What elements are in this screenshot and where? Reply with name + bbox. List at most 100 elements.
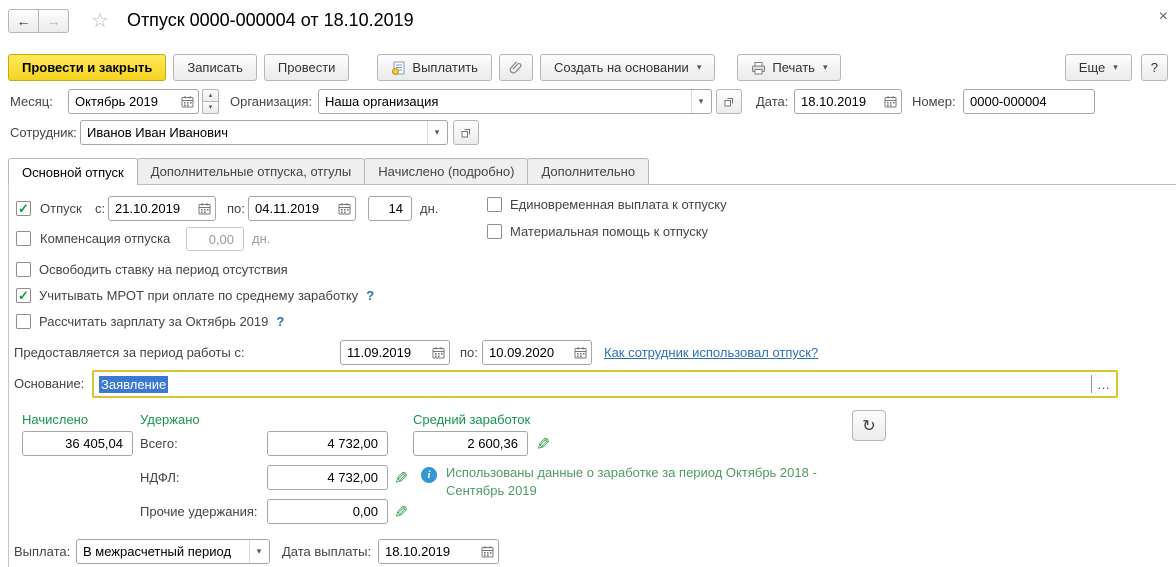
vacation-checkbox[interactable]: ✓ [16,201,31,216]
vacation-to-field[interactable]: 04.11.2019 [248,196,356,221]
ndfl-field[interactable]: 4 732,00 [267,465,388,490]
calc-salary-checkbox[interactable]: ✓ [16,314,31,329]
basis-field[interactable]: Заявление … [92,370,1118,398]
other-deductions-field[interactable]: 0,00 [267,499,388,524]
mrot-checkbox-row[interactable]: ✓ Учитывать МРОТ при оплате по среднему … [16,288,374,303]
lump-sum-label: Единовременная выплата к отпуску [510,197,727,212]
open-form-icon [460,127,472,139]
calendar-icon[interactable] [477,540,497,563]
tab-accrued-detail[interactable]: Начислено (подробно) [364,158,528,184]
vacation-usage-link[interactable]: Как сотрудник использовал отпуск? [604,340,818,365]
more-button[interactable]: Еще ▾ [1065,54,1132,81]
post-button[interactable]: Провести [264,54,350,81]
edit-average-pencil-icon[interactable]: ✎ [536,436,550,453]
vacation-to-label: по: [227,196,245,221]
calendar-icon[interactable] [428,341,448,364]
tab-bar: Основной отпуск Дополнительные отпуска, … [8,158,648,185]
work-period-to-label: по: [460,340,478,365]
calc-salary-label: Рассчитать зарплату за Октябрь 2019 [39,314,268,329]
info-icon: i [421,467,437,483]
work-period-from-field[interactable]: 11.09.2019 [340,340,450,365]
window-header: ← → ☆ Отпуск 0000-000004 от 18.10.2019 [8,8,414,33]
material-aid-checkbox-row[interactable]: ✓ Материальная помощь к отпуску [487,224,708,239]
average-earnings-field[interactable]: 2 600,36 [413,431,528,456]
open-form-icon [723,96,735,108]
employee-open-button[interactable] [453,120,479,145]
compensation-checkbox[interactable]: ✓ [16,231,31,246]
days-unit-label: дн. [420,196,438,221]
tab-main-vacation[interactable]: Основной отпуск [8,158,138,185]
employee-field[interactable]: Иванов Иван Иванович ▾ [80,120,448,145]
help-button[interactable]: ? [1141,54,1168,81]
favorite-star-icon[interactable]: ☆ [91,8,109,33]
post-and-close-button[interactable]: Провести и закрыть [8,54,166,81]
pay-button[interactable]: Выплатить [377,54,492,81]
forward-arrow-button[interactable]: → [38,9,69,33]
compensation-days-field: 0,00 [186,227,244,251]
vacation-from-field[interactable]: 21.10.2019 [108,196,216,221]
release-rate-checkbox[interactable]: ✓ [16,262,31,277]
calendar-icon[interactable] [880,90,900,113]
accrued-field[interactable]: 36 405,04 [22,431,133,456]
withheld-total-field[interactable]: 4 732,00 [267,431,388,456]
vacation-days-field[interactable]: 14 [368,196,412,221]
basis-selected-text: Заявление [99,376,168,393]
chevron-down-icon[interactable]: ▾ [427,121,446,144]
chevron-down-icon[interactable]: ▾ [249,540,268,563]
print-button[interactable]: Печать ▾ [737,54,841,81]
lump-sum-checkbox-row[interactable]: ✓ Единовременная выплата к отпуску [487,197,727,212]
payment-type-select[interactable]: В межрасчетный период ▾ [76,539,270,564]
average-earnings-header: Средний заработок [413,412,530,427]
calendar-icon[interactable] [177,90,197,113]
pay-document-icon [391,61,406,75]
mrot-checkbox[interactable]: ✓ [16,288,31,303]
chevron-down-icon[interactable]: ▾ [691,90,710,113]
basis-label: Основание: [14,370,84,398]
organization-label: Организация: [230,89,312,114]
basis-choose-button[interactable]: … [1092,377,1116,392]
work-period-label: Предоставляется за период работы с: [14,340,244,365]
calc-salary-checkbox-row[interactable]: ✓ Рассчитать зарплату за Октябрь 2019 ? [16,314,284,329]
release-rate-label: Освободить ставку на период отсутствия [39,262,288,277]
page-title: Отпуск 0000-000004 от 18.10.2019 [127,10,414,31]
vacation-from-label: с: [95,196,105,221]
attachments-button[interactable] [499,54,533,81]
tab-additional[interactable]: Дополнительно [527,158,649,184]
accrued-header: Начислено [22,412,88,427]
close-icon[interactable]: × [1159,9,1168,25]
material-aid-label: Материальная помощь к отпуску [510,224,708,239]
organization-field[interactable]: Наша организация ▾ [318,89,712,114]
mrot-help-icon[interactable]: ? [366,288,374,303]
edit-other-pencil-icon[interactable]: ✎ [394,504,408,521]
month-label: Месяц: [10,89,53,114]
paperclip-icon [509,60,523,75]
calc-salary-help-icon[interactable]: ? [276,314,284,329]
other-deductions-label: Прочие удержания: [140,499,258,524]
number-field[interactable]: 0000-000004 [963,89,1095,114]
work-period-to-field[interactable]: 10.09.2020 [482,340,592,365]
organization-open-button[interactable] [716,89,742,114]
tab-additional-vacations[interactable]: Дополнительные отпуска, отгулы [137,158,366,184]
calendar-icon[interactable] [194,197,214,220]
payment-date-field[interactable]: 18.10.2019 [378,539,499,564]
withheld-header: Удержано [140,412,200,427]
edit-ndfl-pencil-icon[interactable]: ✎ [394,470,408,487]
month-field[interactable]: Октябрь 2019 [68,89,199,114]
compensation-unit-label: дн. [252,227,270,251]
date-field[interactable]: 18.10.2019 [794,89,902,114]
release-rate-checkbox-row[interactable]: ✓ Освободить ставку на период отсутствия [16,262,288,277]
create-based-on-button[interactable]: Создать на основании ▾ [540,54,715,81]
withheld-total-label: Всего: [140,431,178,456]
refresh-button[interactable]: ↻ [852,410,886,441]
employee-label: Сотрудник: [10,120,77,145]
date-label: Дата: [756,89,788,114]
stepper-down-icon[interactable]: ▾ [202,101,219,114]
calendar-icon[interactable] [334,197,354,220]
material-aid-checkbox[interactable]: ✓ [487,224,502,239]
lump-sum-checkbox[interactable]: ✓ [487,197,502,212]
calendar-icon[interactable] [570,341,590,364]
back-arrow-button[interactable]: ← [8,9,39,33]
toolbar: Провести и закрыть Записать Провести Вып… [8,54,841,81]
write-button[interactable]: Записать [173,54,257,81]
earnings-info-text: Использованы данные о заработке за перио… [446,464,830,500]
